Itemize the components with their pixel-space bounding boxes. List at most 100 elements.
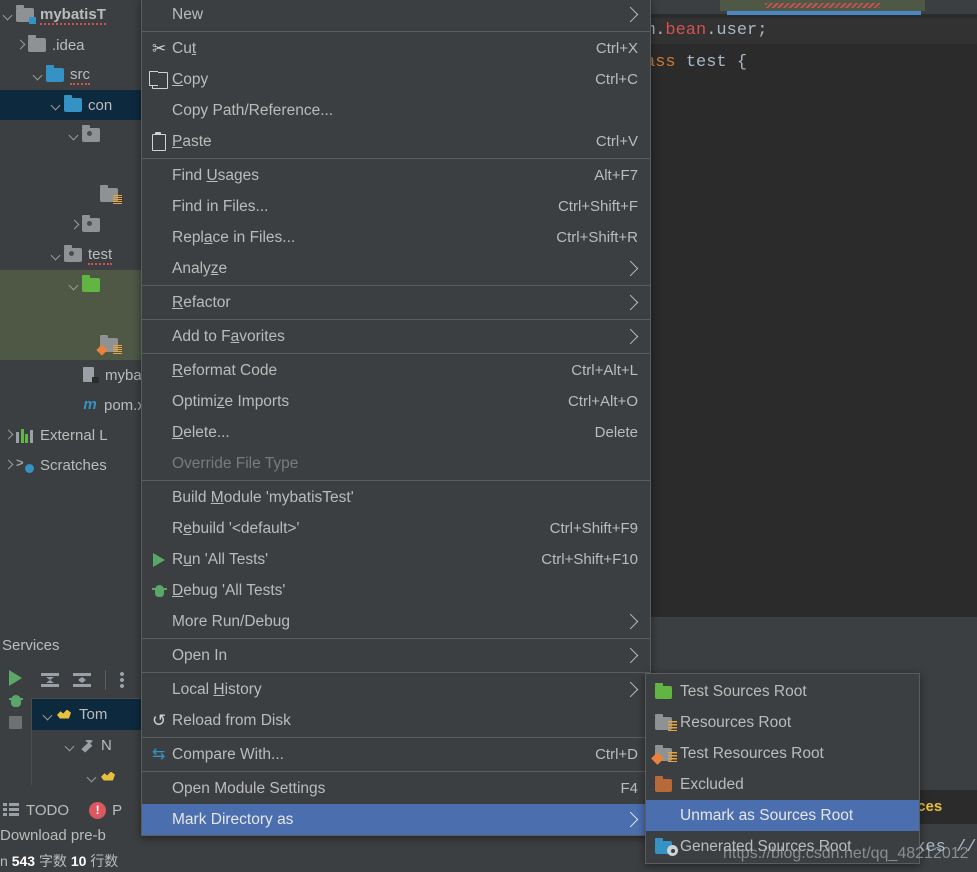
module-file-icon	[82, 367, 99, 383]
services-tool-window[interactable]: Services Tom N	[0, 617, 145, 795]
project-tree[interactable]: mybatisT .idea src con test mybat m pom.x Extern…	[0, 0, 145, 480]
menu-item-icon-slot	[150, 489, 172, 507]
services-run-toolbar[interactable]	[0, 664, 31, 795]
menu-item-reformat-code[interactable]: Reformat Code Ctrl+Alt+L	[142, 355, 650, 386]
submenu-item-unmark-as-sources-root[interactable]: Unmark as Sources Root	[646, 800, 919, 831]
chevron-down-icon[interactable]	[62, 738, 78, 754]
menu-item-open-module-settings[interactable]: Open Module Settings F4	[142, 773, 650, 804]
submenu-item-test-resources-root[interactable]: Test Resources Root	[646, 738, 919, 769]
chevron-right-icon[interactable]	[0, 457, 16, 473]
menu-item-rebuild-default[interactable]: Rebuild '<default>' Ctrl+Shift+F9	[142, 513, 650, 544]
menu-item-more-run-debug[interactable]: More Run/Debug	[142, 606, 650, 637]
debug-icon[interactable]	[8, 694, 23, 708]
menu-item-compare-with[interactable]: ⇆ Compare With... Ctrl+D	[142, 739, 650, 770]
menu-item-analyze[interactable]: Analyze	[142, 253, 650, 284]
menu-item-icon-slot	[150, 780, 172, 798]
tree-row[interactable]: test	[0, 240, 145, 270]
tree-row[interactable]: External L	[0, 420, 145, 450]
menu-item-find-usages[interactable]: Find Usages Alt+F7	[142, 160, 650, 191]
menu-item-label: Reformat Code	[172, 361, 278, 379]
code-line[interactable]: ass test {	[645, 50, 747, 76]
menu-item-label: Add to Favorites	[172, 327, 285, 345]
tree-row[interactable]	[0, 330, 145, 360]
library-icon	[16, 427, 34, 443]
tree-row[interactable]	[0, 270, 145, 300]
submenu-item-test-sources-root[interactable]: Test Sources Root	[646, 676, 919, 707]
menu-item-delete[interactable]: Delete... Delete	[142, 417, 650, 448]
run-icon	[153, 552, 165, 567]
tree-row[interactable]	[0, 300, 145, 330]
menu-item-mark-directory-as[interactable]: Mark Directory as	[142, 804, 650, 835]
menu-item-cut[interactable]: ✂ Cut Ctrl+X	[142, 33, 650, 64]
menu-item-refactor[interactable]: Refactor	[142, 287, 650, 318]
expand-all-icon[interactable]	[41, 672, 59, 688]
chevron-down-icon[interactable]	[48, 97, 64, 113]
services-tree-row[interactable]	[32, 761, 145, 792]
tree-row[interactable]	[0, 150, 145, 180]
menu-item-new[interactable]: New	[142, 0, 650, 30]
stop-icon[interactable]	[9, 716, 22, 729]
tree-row[interactable]: src	[0, 60, 145, 90]
tree-row[interactable]: m pom.x	[0, 390, 145, 420]
tree-row[interactable]: Scratches	[0, 450, 145, 480]
menu-item-debug-all-tests[interactable]: Debug 'All Tests'	[142, 575, 650, 606]
more-options-icon[interactable]	[120, 672, 124, 688]
menu-item-find-in-files[interactable]: Find in Files... Ctrl+Shift+F	[142, 191, 650, 222]
menu-item-copy[interactable]: Copy Ctrl+C	[142, 64, 650, 95]
menu-item-copy-path-reference[interactable]: Copy Path/Reference...	[142, 95, 650, 126]
menu-item-run-all-tests[interactable]: Run 'All Tests' Ctrl+Shift+F10	[142, 544, 650, 575]
chevron-right-icon[interactable]	[66, 217, 82, 233]
folder-icon	[28, 35, 46, 52]
services-tree-row[interactable]: Tom	[32, 699, 145, 730]
run-icon[interactable]	[9, 670, 22, 686]
chevron-down-icon[interactable]	[66, 277, 82, 293]
menu-item-build-module-mybatistest[interactable]: Build Module 'mybatisTest'	[142, 482, 650, 513]
chevron-down-icon[interactable]	[40, 707, 56, 723]
todo-button[interactable]: TODO	[26, 802, 69, 819]
chevron-down-icon[interactable]	[84, 769, 100, 785]
submenu-item-resources-root[interactable]: Resources Root	[646, 707, 919, 738]
chevron-right-icon[interactable]	[12, 37, 28, 53]
menu-item-local-history[interactable]: Local History	[142, 674, 650, 705]
menu-item-shortcut: Ctrl+Shift+F10	[541, 551, 638, 568]
test-sources-folder-icon	[82, 275, 100, 292]
menu-item-icon-slot	[150, 6, 172, 24]
menu-item-shortcut: Ctrl+X	[595, 40, 638, 57]
menu-item-icon-slot	[150, 102, 172, 120]
menu-item-label: Debug 'All Tests'	[172, 581, 286, 599]
submenu-item-generated-sources-root[interactable]: Generated Sources Root	[646, 831, 919, 862]
tree-row[interactable]	[0, 120, 145, 150]
chevron-down-icon[interactable]	[0, 7, 16, 23]
tree-row[interactable]: con	[0, 90, 145, 120]
tree-row[interactable]: mybatisT	[0, 0, 145, 30]
project-tool-window[interactable]: mybatisT .idea src con test mybat m pom.x Extern…	[0, 0, 145, 617]
problems-button[interactable]: P	[112, 802, 122, 819]
menu-item-reload-from-disk[interactable]: ↺ Reload from Disk	[142, 705, 650, 736]
chevron-down-icon[interactable]	[30, 67, 46, 83]
menu-item-open-in[interactable]: Open In	[142, 640, 650, 671]
tree-row[interactable]: mybat	[0, 360, 145, 390]
services-tree-row[interactable]: N	[32, 730, 145, 761]
menu-item-optimize-imports[interactable]: Optimize Imports Ctrl+Alt+O	[142, 386, 650, 417]
chevron-down-icon[interactable]	[48, 247, 64, 263]
chevron-right-icon[interactable]	[0, 427, 16, 443]
services-tree[interactable]: Tom N	[31, 698, 145, 785]
code-line[interactable]: m.bean.user;	[645, 18, 977, 44]
submenu-item-excluded[interactable]: Excluded	[646, 769, 919, 800]
menu-item-label: Override File Type	[172, 454, 299, 472]
tree-row[interactable]	[0, 180, 145, 210]
menu-item-replace-in-files[interactable]: Replace in Files... Ctrl+Shift+R	[142, 222, 650, 253]
menu-item-paste[interactable]: Paste Ctrl+V	[142, 126, 650, 157]
services-view-toolbar[interactable]	[31, 664, 145, 696]
editor-area[interactable]: m.bean.user; ass test {	[645, 0, 977, 617]
editor-tab-strip[interactable]	[645, 0, 977, 15]
chevron-right-icon	[622, 294, 639, 311]
context-menu[interactable]: New ✂ Cut Ctrl+X Copy Ctrl+C Copy Path/Referen…	[141, 0, 651, 836]
menu-item-add-to-favorites[interactable]: Add to Favorites	[142, 321, 650, 352]
tree-row[interactable]	[0, 210, 145, 240]
collapse-all-icon[interactable]	[73, 672, 91, 688]
tree-row[interactable]: .idea	[0, 30, 145, 60]
maven-icon: m	[83, 396, 97, 413]
mark-directory-as-submenu[interactable]: Test Sources Root Resources Root Test Reso…	[645, 673, 920, 864]
chevron-down-icon[interactable]	[66, 127, 82, 143]
